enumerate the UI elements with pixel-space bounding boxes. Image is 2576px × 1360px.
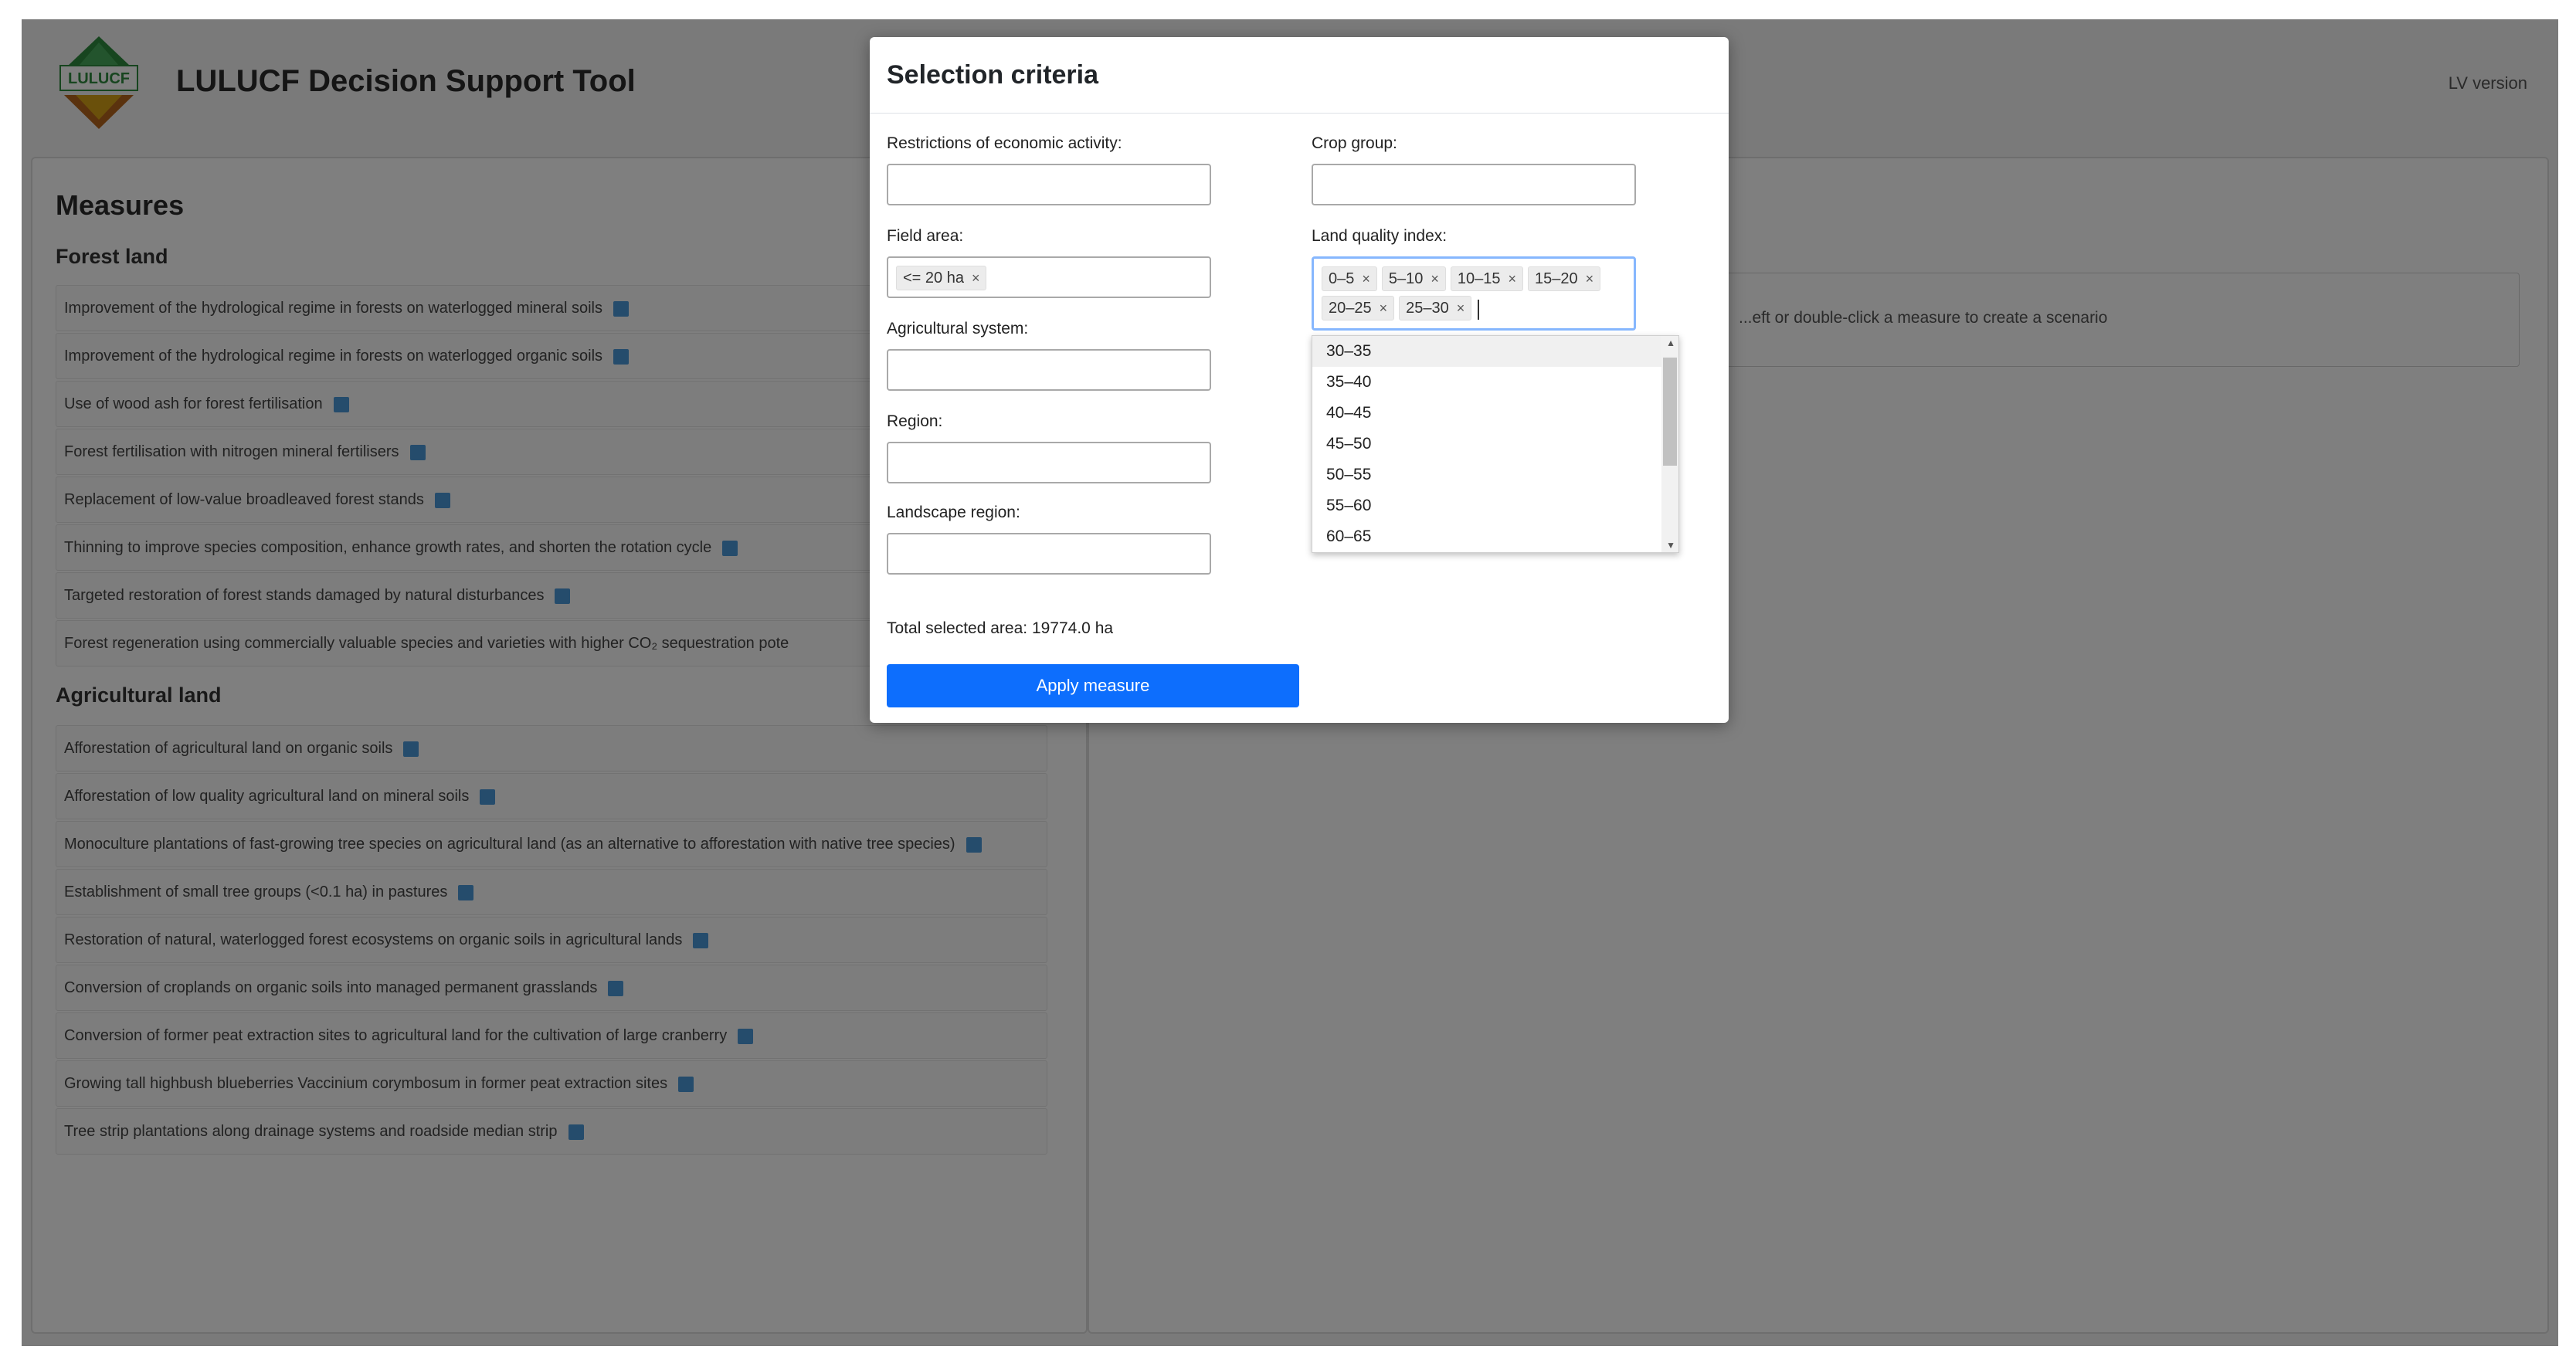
- field-area-label: Field area:: [887, 227, 964, 245]
- agri-system-input[interactable]: [887, 349, 1211, 391]
- land-quality-tag: 20–25 ×: [1322, 296, 1395, 320]
- dropdown-option[interactable]: 40–45: [1312, 398, 1678, 429]
- field-area-tag: <= 20 ha ×: [896, 266, 987, 290]
- agri-system-label: Agricultural system:: [887, 320, 1029, 337]
- remove-tag-icon[interactable]: ×: [1586, 271, 1594, 287]
- remove-tag-icon[interactable]: ×: [1380, 300, 1388, 316]
- dropdown-option[interactable]: 55–60: [1312, 490, 1678, 521]
- land-quality-tag: 25–30 ×: [1399, 296, 1472, 320]
- land-quality-tag: 0–5 ×: [1322, 266, 1377, 291]
- land-quality-label: Land quality index:: [1312, 227, 1448, 245]
- remove-tag-icon[interactable]: ×: [1509, 271, 1517, 287]
- dropdown-option[interactable]: 35–40: [1312, 367, 1678, 398]
- dropdown-option[interactable]: 60–65: [1312, 521, 1678, 552]
- land-quality-dropdown[interactable]: 30–35 35–40 40–45 45–50 50–55 55–60 60–6…: [1312, 335, 1679, 553]
- remove-tag-icon[interactable]: ×: [972, 270, 980, 286]
- region-input[interactable]: [887, 442, 1211, 483]
- land-quality-tag: 5–10 ×: [1381, 266, 1446, 291]
- crop-group-input[interactable]: [1312, 164, 1636, 205]
- remove-tag-icon[interactable]: ×: [1431, 271, 1439, 287]
- apply-measure-button[interactable]: Apply measure: [887, 664, 1299, 707]
- field-area-input[interactable]: <= 20 ha ×: [887, 256, 1211, 298]
- dropdown-option[interactable]: 30–35: [1312, 336, 1678, 367]
- land-quality-tag: 15–20 ×: [1528, 266, 1601, 291]
- land-quality-input[interactable]: 0–5 × 5–10 × 10–15 × 15–20 × 20–25 × 25–30 ×: [1312, 256, 1636, 331]
- scroll-down-icon[interactable]: ▼: [1666, 540, 1675, 551]
- region-label: Region:: [887, 412, 943, 430]
- land-quality-tag: 10–15 ×: [1450, 266, 1524, 291]
- remove-tag-icon[interactable]: ×: [1362, 271, 1370, 287]
- landscape-region-input[interactable]: [887, 533, 1211, 575]
- scrollbar-thumb[interactable]: [1663, 358, 1677, 466]
- remove-tag-icon[interactable]: ×: [1457, 300, 1465, 316]
- modal-title: Selection criteria: [887, 60, 1099, 90]
- text-caret: [1478, 299, 1480, 320]
- selection-criteria-modal: Selection criteria Restrictions of econo…: [870, 37, 1729, 723]
- landscape-region-label: Landscape region:: [887, 504, 1020, 521]
- dropdown-option[interactable]: 45–50: [1312, 429, 1678, 460]
- total-selected-area: Total selected area: 19774.0 ha: [887, 619, 1114, 637]
- modal-header: Selection criteria: [870, 37, 1729, 114]
- restrictions-input[interactable]: [887, 164, 1211, 205]
- crop-group-label: Crop group:: [1312, 134, 1397, 152]
- dropdown-scrollbar[interactable]: ▲ ▼: [1661, 336, 1678, 552]
- dropdown-option[interactable]: 50–55: [1312, 460, 1678, 490]
- scroll-up-icon[interactable]: ▲: [1666, 337, 1675, 348]
- restrictions-label: Restrictions of economic activity:: [887, 134, 1122, 152]
